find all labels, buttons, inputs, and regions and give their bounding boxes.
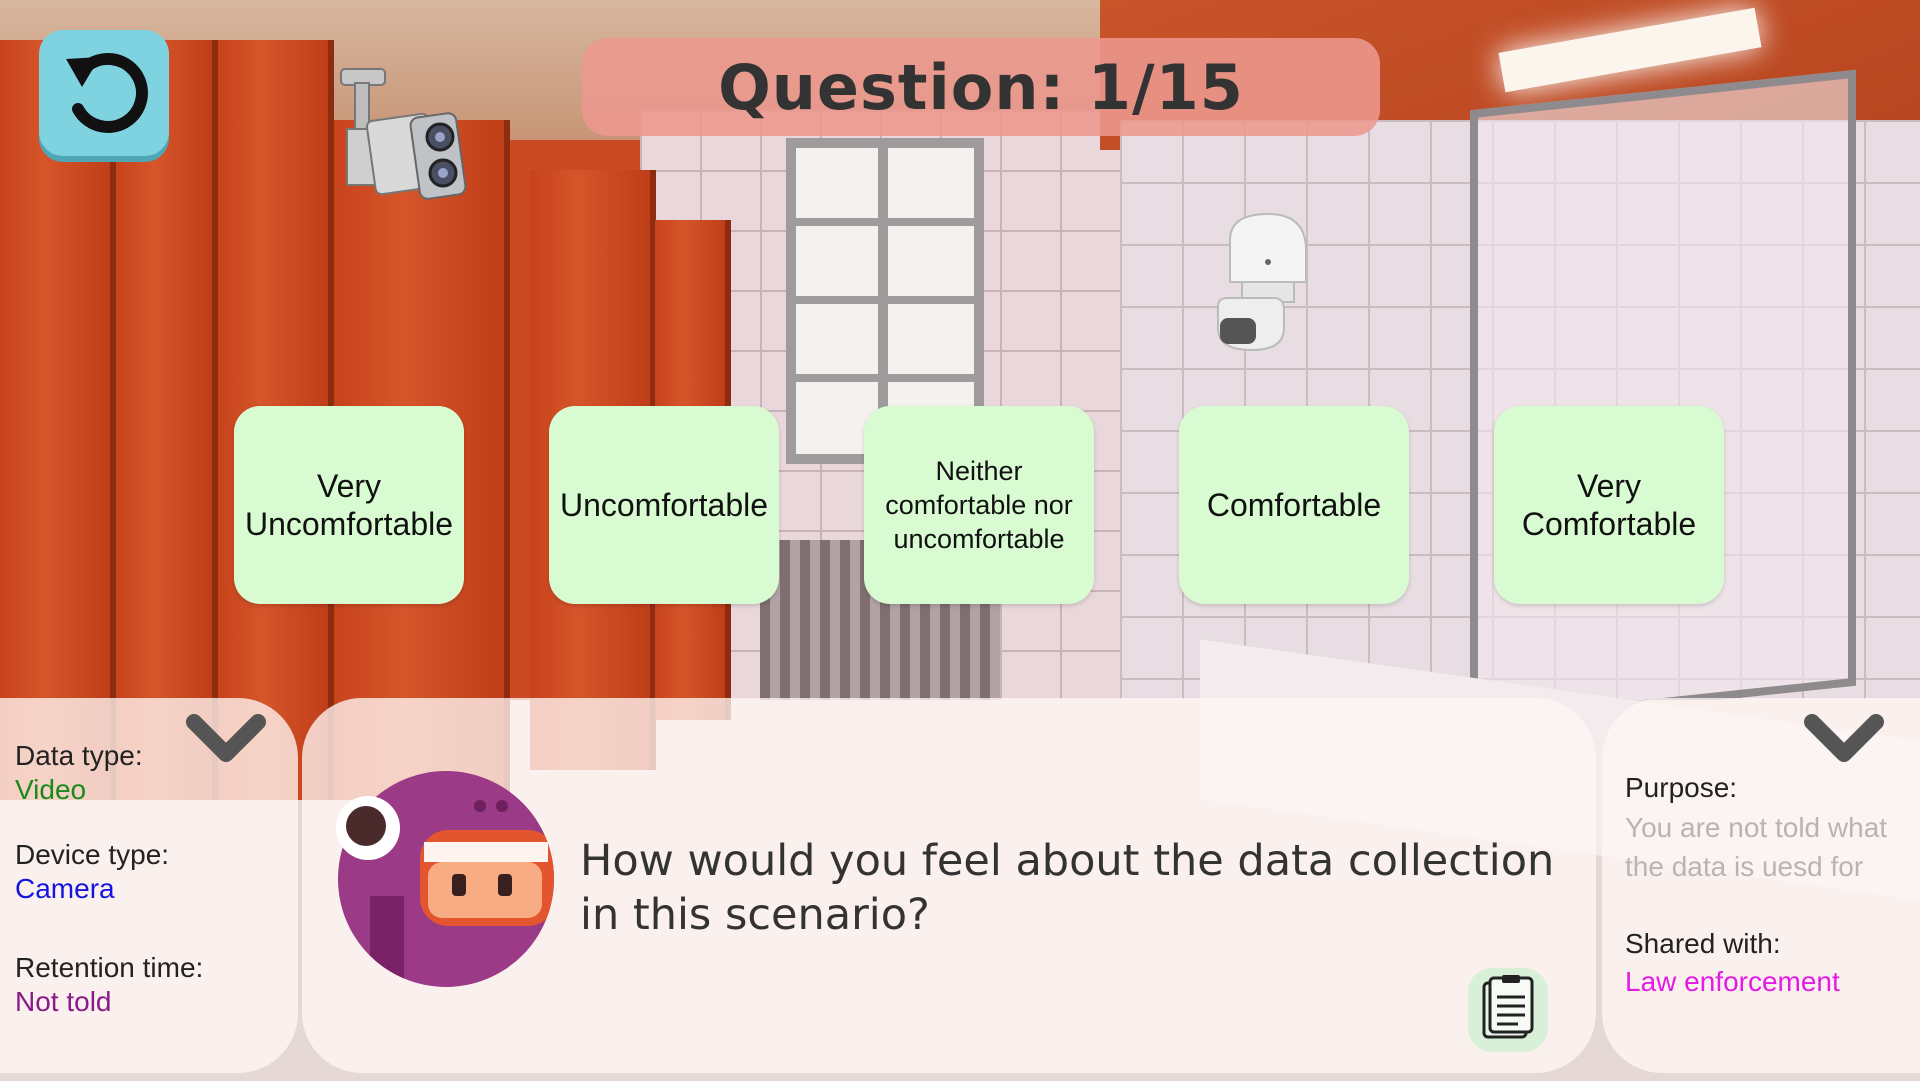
retention-time-label: Retention time: bbox=[15, 952, 204, 983]
clipboard-button[interactable] bbox=[1468, 968, 1548, 1052]
collapse-right-button[interactable] bbox=[1804, 712, 1884, 769]
motion-sensor-icon bbox=[1212, 210, 1322, 365]
question-counter: Question: 1/15 bbox=[582, 38, 1380, 136]
purpose-value-line-1: You are not told what bbox=[1625, 812, 1888, 843]
device-type-value: Camera bbox=[15, 873, 115, 904]
option-label: Very Uncomfortable bbox=[244, 468, 454, 542]
chevron-down-icon bbox=[186, 714, 266, 768]
data-type-label: Data type: bbox=[15, 740, 143, 771]
data-type-value: Video bbox=[15, 774, 87, 805]
option-neutral[interactable]: Neither comfortable nor uncomfortable bbox=[864, 406, 1094, 604]
retention-time-value: Not told bbox=[15, 986, 112, 1017]
device-type-label: Device type: bbox=[15, 839, 170, 870]
option-comfortable[interactable]: Comfortable bbox=[1179, 406, 1409, 604]
option-label: Neither comfortable nor uncomfortable bbox=[885, 456, 1073, 554]
question-title: Question: 1/15 bbox=[718, 50, 1244, 124]
game-scene: Question: 1/15 Very Uncomfortable Uncomf… bbox=[0, 0, 1920, 1081]
option-label: Comfortable bbox=[1206, 487, 1382, 523]
option-uncomfortable[interactable]: Uncomfortable bbox=[549, 406, 779, 604]
avatar bbox=[336, 770, 556, 988]
cctv-camera-icon bbox=[335, 65, 485, 220]
purpose-label: Purpose: bbox=[1625, 772, 1738, 803]
undo-icon bbox=[56, 43, 152, 144]
question-prompt: How would you feel about the data collec… bbox=[580, 834, 1580, 942]
prompt-line-2: in this scenario? bbox=[580, 890, 930, 940]
shared-with-label: Shared with: bbox=[1625, 928, 1781, 959]
option-very-comfortable[interactable]: Very Comfortable bbox=[1494, 406, 1724, 604]
collapse-left-button[interactable] bbox=[186, 712, 266, 769]
clipboard-icon bbox=[1480, 974, 1536, 1046]
option-label: Very Comfortable bbox=[1521, 468, 1697, 542]
purpose-value-line-2: the data is uesd for bbox=[1625, 851, 1864, 882]
shared-with-value: Law enforcement bbox=[1625, 966, 1840, 997]
chevron-down-icon bbox=[1804, 714, 1884, 768]
option-very-uncomfortable[interactable]: Very Uncomfortable bbox=[234, 406, 464, 604]
back-button[interactable] bbox=[39, 30, 169, 156]
mirror bbox=[1470, 69, 1856, 727]
prompt-line-1: How would you feel about the data collec… bbox=[580, 836, 1555, 886]
option-label: Uncomfortable bbox=[559, 487, 769, 523]
